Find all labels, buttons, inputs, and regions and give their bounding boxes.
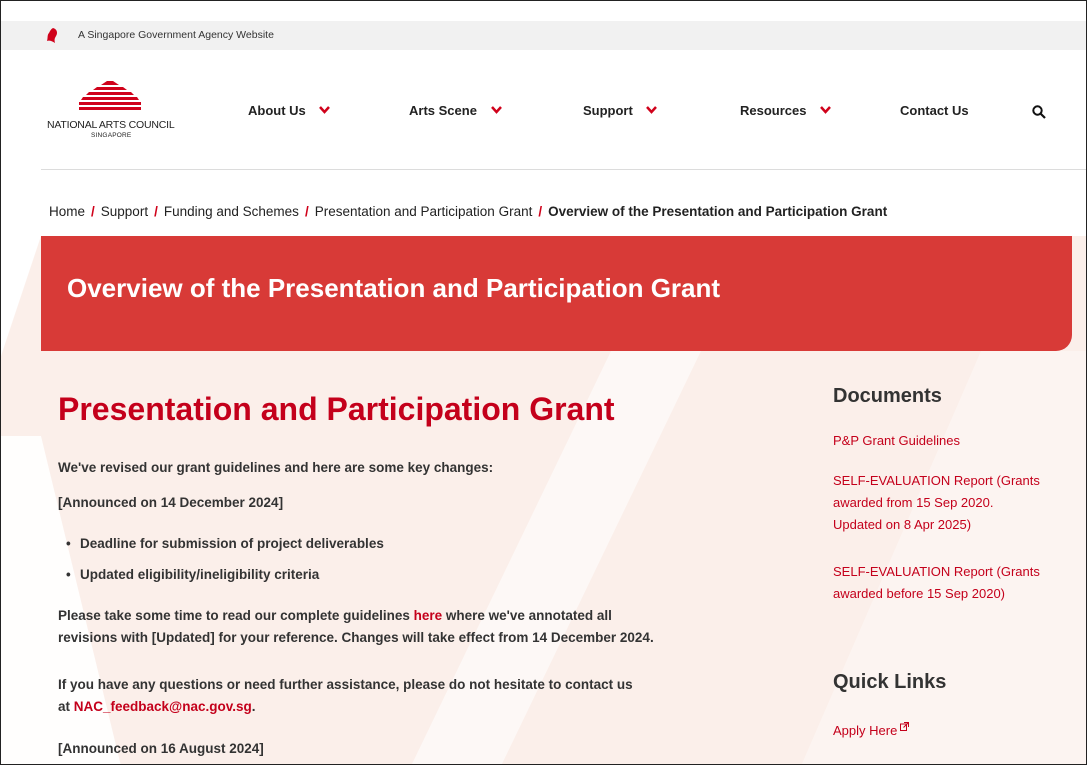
read-guidelines-paragraph: Please take some time to read our comple… xyxy=(58,605,654,649)
contact-suffix: . xyxy=(251,699,256,714)
chevron-down-icon xyxy=(646,106,658,114)
page-title: Presentation and Participation Grant xyxy=(58,391,615,427)
breadcrumb-sep: / xyxy=(154,204,158,219)
chevron-down-icon xyxy=(490,106,502,114)
breadcrumb-sep: / xyxy=(304,204,309,219)
doc-link-self-eval-after-2020[interactable]: SELF-EVALUATION Report (Grants awarded f… xyxy=(833,470,1040,536)
read-guidelines-prefix: Please take some time to read our comple… xyxy=(58,608,414,623)
apply-here-link[interactable]: Apply Here xyxy=(833,720,910,742)
page-banner: Overview of the Presentation and Partici… xyxy=(41,236,1072,351)
contact-prefix: at xyxy=(58,699,74,714)
breadcrumb-funding[interactable]: Funding and Schemes xyxy=(164,204,299,219)
breadcrumb: Home / Support / Funding and Schemes / Present… xyxy=(49,204,887,219)
quick-links-heading: Quick Links xyxy=(833,671,947,693)
lion-head-icon xyxy=(47,28,57,43)
external-link-icon xyxy=(900,722,910,731)
chevron-down-icon xyxy=(820,106,832,114)
apply-here-label: Apply Here xyxy=(833,723,898,738)
breadcrumb-sep: / xyxy=(91,204,95,219)
breadcrumb-sep: / xyxy=(538,204,543,219)
logo-sub: SINGAPORE xyxy=(91,132,132,139)
read-guidelines-suffix: where we've annotated all xyxy=(442,608,612,623)
gov-masthead-text: A Singapore Government Agency Website xyxy=(78,29,274,41)
banner-title: Overview of the Presentation and Partici… xyxy=(67,273,721,303)
announcement-date-2: [Announced on 16 August 2024] xyxy=(58,741,264,756)
key-changes-list: Deadline for submission of project deliv… xyxy=(58,533,384,595)
list-item: Updated eligibility/ineligibility criter… xyxy=(58,564,384,595)
doc-link-self-eval-before-2020[interactable]: SELF-EVALUATION Report (Grants awarded b… xyxy=(833,561,1040,605)
breadcrumb-current: Overview of the Presentation and Partici… xyxy=(548,204,888,219)
guidelines-here-link[interactable]: here xyxy=(414,608,443,623)
contact-line1: If you have any questions or need furthe… xyxy=(58,677,633,692)
logo-name: NATIONAL ARTS COUNCIL xyxy=(47,119,175,131)
documents-heading: Documents xyxy=(833,385,942,407)
nav-support[interactable]: Support xyxy=(583,103,658,118)
read-guidelines-line2: revisions with [Updated] for your refere… xyxy=(58,630,654,645)
doc-link-line: Updated on 8 Apr 2025) xyxy=(833,517,972,532)
nav-resources[interactable]: Resources xyxy=(740,103,832,118)
announcement-date-1: [Announced on 14 December 2024] xyxy=(58,495,284,510)
nac-logo[interactable]: NATIONAL ARTS COUNCIL SINGAPORE xyxy=(47,81,187,151)
chevron-down-icon xyxy=(319,106,331,114)
breadcrumb-support[interactable]: Support xyxy=(101,204,148,219)
contact-paragraph: If you have any questions or need furthe… xyxy=(58,674,633,718)
nav-arts-scene[interactable]: Arts Scene xyxy=(409,103,502,118)
doc-link-line: SELF-EVALUATION Report (Grants xyxy=(833,473,1040,488)
feedback-email-link[interactable]: NAC_feedback@nac.gov.sg xyxy=(74,699,252,714)
nav-arts-scene-label: Arts Scene xyxy=(409,103,477,118)
gov-masthead: A Singapore Government Agency Website xyxy=(1,21,1086,50)
breadcrumb-home[interactable]: Home xyxy=(49,204,85,219)
intro-text: We've revised our grant guidelines and h… xyxy=(58,460,494,475)
header-divider xyxy=(41,169,1086,170)
search-icon[interactable] xyxy=(1032,105,1046,119)
nav-about-us-label: About Us xyxy=(248,103,306,118)
list-item: Deadline for submission of project deliv… xyxy=(58,533,384,564)
doc-link-line: awarded before 15 Sep 2020) xyxy=(833,586,1006,601)
nav-about-us[interactable]: About Us xyxy=(248,103,331,118)
doc-link-line: awarded from 15 Sep 2020. xyxy=(833,495,994,510)
nav-support-label: Support xyxy=(583,103,633,118)
page: A Singapore Government Agency Website NA… xyxy=(0,0,1087,765)
nav-contact-us[interactable]: Contact Us xyxy=(900,103,969,118)
doc-link-line: P&P Grant Guidelines xyxy=(833,433,960,448)
nav-contact-us-label: Contact Us xyxy=(900,103,969,118)
nav-resources-label: Resources xyxy=(740,103,807,118)
doc-link-line: SELF-EVALUATION Report (Grants xyxy=(833,564,1040,579)
breadcrumb-grant[interactable]: Presentation and Participation Grant xyxy=(315,204,533,219)
logo-mark xyxy=(79,81,141,110)
doc-link-guidelines[interactable]: P&P Grant Guidelines xyxy=(833,430,960,452)
